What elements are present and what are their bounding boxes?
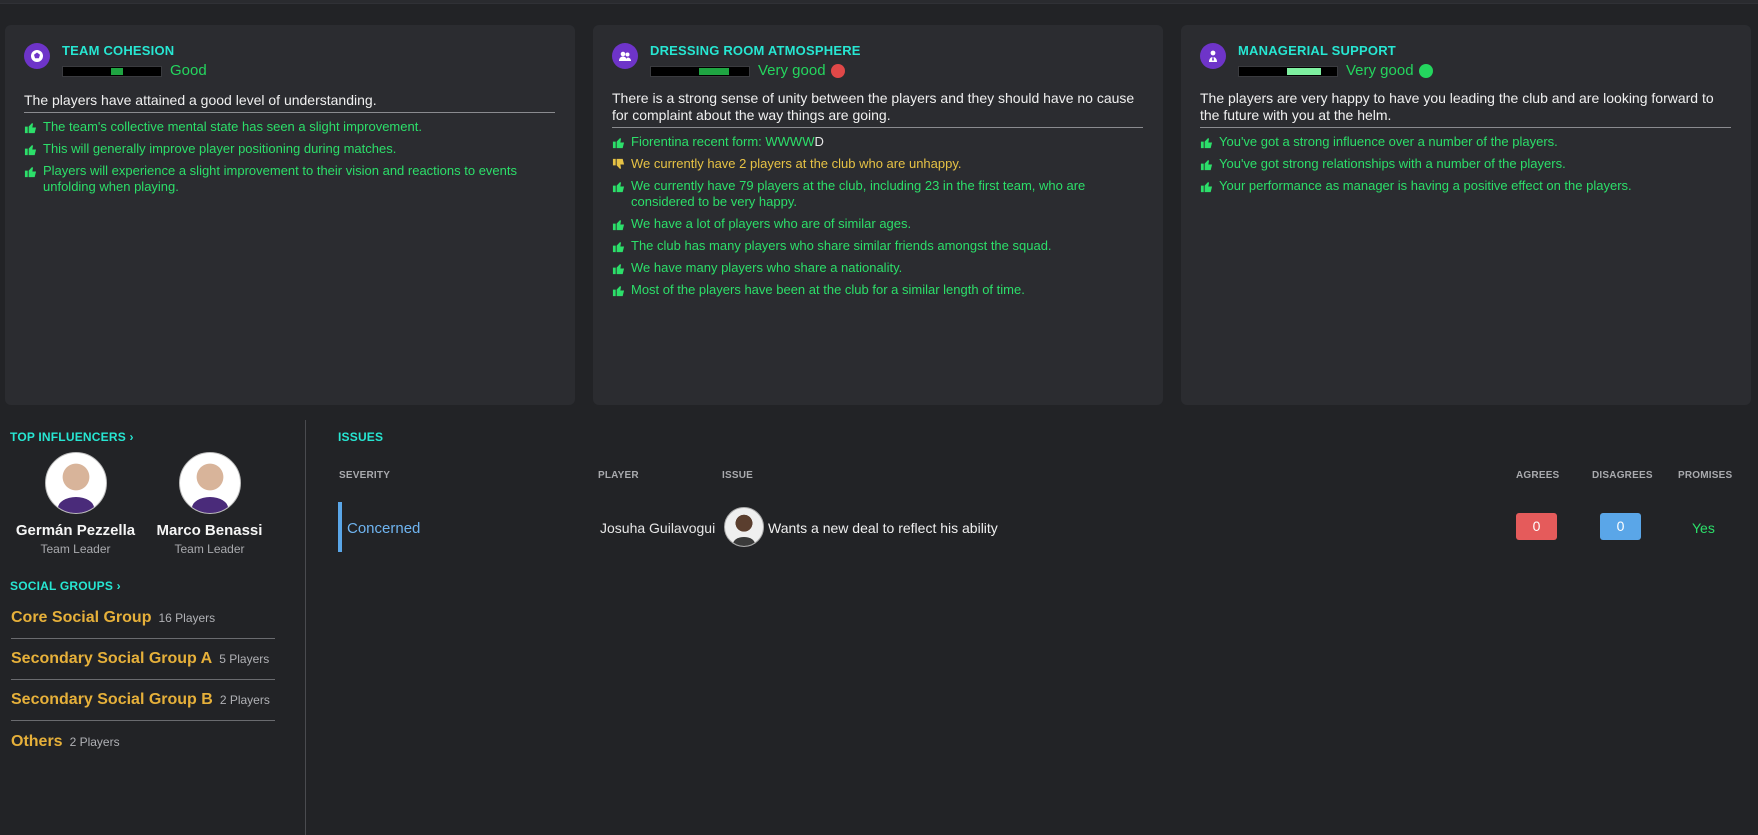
trend-up-icon (1418, 64, 1433, 78)
rating-bar (1238, 65, 1338, 77)
severity-indicator (338, 502, 342, 552)
rating-bar (650, 65, 750, 77)
disagrees-count[interactable]: 0 (1600, 513, 1641, 540)
thumbs-up-icon (612, 137, 625, 149)
fact-item: We have a lot of players who are of simi… (612, 216, 1143, 232)
thumbs-down-icon (612, 158, 625, 170)
avatar[interactable] (724, 507, 764, 547)
card-description: There is a strong sense of unity between… (612, 90, 1143, 128)
chevron-right-icon: › (116, 579, 121, 593)
social-group-item[interactable]: Others 2 Players (11, 721, 275, 762)
thumbs-up-icon (24, 122, 37, 134)
fact-item: We have many players who share a nationa… (612, 260, 1143, 276)
influencer-name: Germán Pezzella (15, 522, 136, 539)
thumbs-up-icon (612, 263, 625, 275)
fact-item: This will generally improve player posit… (24, 141, 555, 157)
social-groups-link[interactable]: SOCIAL GROUPS › (10, 579, 121, 593)
influencer-card[interactable]: Germán Pezzella Team Leader (8, 452, 143, 556)
column-header-severity[interactable]: SEVERITY (339, 470, 390, 481)
card-description: The players are very happy to have you l… (1200, 90, 1731, 128)
left-panel: TOP INFLUENCERS › Germán Pezzella Team L… (0, 420, 306, 835)
fact-item: The club has many players who share simi… (612, 238, 1143, 254)
manager-icon (1200, 43, 1226, 69)
managerial-support-card: MANAGERIAL SUPPORT Very good The players… (1181, 25, 1751, 405)
thumbs-up-icon (612, 181, 625, 193)
social-group-item[interactable]: Secondary Social Group B 2 Players (11, 680, 275, 721)
card-title: TEAM COHESION (62, 43, 175, 58)
team-cohesion-card: TEAM COHESION Good The players have atta… (5, 25, 575, 405)
fact-item: Players will experience a slight improve… (24, 163, 555, 195)
influencer-name: Marco Benassi (156, 522, 263, 539)
column-header-issue[interactable]: ISSUE (722, 470, 753, 481)
influencer-role: Team Leader (174, 542, 245, 556)
thumbs-up-icon (1200, 159, 1213, 171)
trend-down-icon (830, 64, 845, 78)
fact-item: Your performance as manager is having a … (1200, 178, 1731, 194)
top-influencers-link[interactable]: TOP INFLUENCERS › (10, 430, 134, 444)
avatar (178, 452, 241, 514)
avatar (44, 452, 107, 514)
fact-item: We currently have 2 players at the club … (612, 156, 1143, 172)
severity-text: Concerned (347, 520, 421, 537)
card-title: DRESSING ROOM ATMOSPHERE (650, 43, 861, 58)
rating-text: Very good (1346, 62, 1414, 79)
fact-item: Fiorentina recent form: WWWWD (612, 134, 1143, 150)
fact-item: Most of the players have been at the clu… (612, 282, 1143, 298)
card-title: MANAGERIAL SUPPORT (1238, 43, 1396, 58)
issue-text: Wants a new deal to reflect his ability (768, 520, 998, 536)
player-name-link[interactable]: Josuha Guilavogui (600, 520, 715, 536)
top-toolbar (0, 0, 1758, 4)
card-description: The players have attained a good level o… (24, 92, 555, 113)
thumbs-up-icon (24, 166, 37, 178)
issues-title: ISSUES (338, 430, 384, 444)
thumbs-up-icon (612, 241, 625, 253)
group-icon (612, 43, 638, 69)
thumbs-up-icon (1200, 137, 1213, 149)
column-header-player[interactable]: PLAYER (598, 470, 639, 481)
column-header-disagrees[interactable]: DISAGREES (1592, 470, 1653, 481)
fact-item: We currently have 79 players at the club… (612, 178, 1143, 210)
thumbs-up-icon (1200, 181, 1213, 193)
table-row[interactable]: Concerned Josuha Guilavogui Wants a new … (338, 502, 1738, 552)
thumbs-up-icon (612, 285, 625, 297)
social-group-item[interactable]: Secondary Social Group A 5 Players (11, 639, 275, 680)
column-header-agrees[interactable]: AGREES (1516, 470, 1559, 481)
agrees-count[interactable]: 0 (1516, 513, 1557, 540)
promises-status: Yes (1692, 520, 1715, 536)
influencer-role: Team Leader (40, 542, 111, 556)
chevron-right-icon: › (129, 430, 134, 444)
thumbs-up-icon (24, 144, 37, 156)
football-icon (24, 43, 50, 69)
fact-item: The team's collective mental state has s… (24, 119, 555, 135)
thumbs-up-icon (612, 219, 625, 231)
rating-text: Very good (758, 62, 826, 79)
column-header-promises[interactable]: PROMISES (1678, 470, 1732, 481)
rating-text: Good (170, 62, 207, 79)
rating-bar (62, 65, 162, 77)
social-group-item[interactable]: Core Social Group 16 Players (11, 598, 275, 639)
fact-item: You've got strong relationships with a n… (1200, 156, 1731, 172)
influencer-card[interactable]: Marco Benassi Team Leader (142, 452, 277, 556)
dressing-room-card: DRESSING ROOM ATMOSPHERE Very good There… (593, 25, 1163, 405)
fact-item: You've got a strong influence over a num… (1200, 134, 1731, 150)
